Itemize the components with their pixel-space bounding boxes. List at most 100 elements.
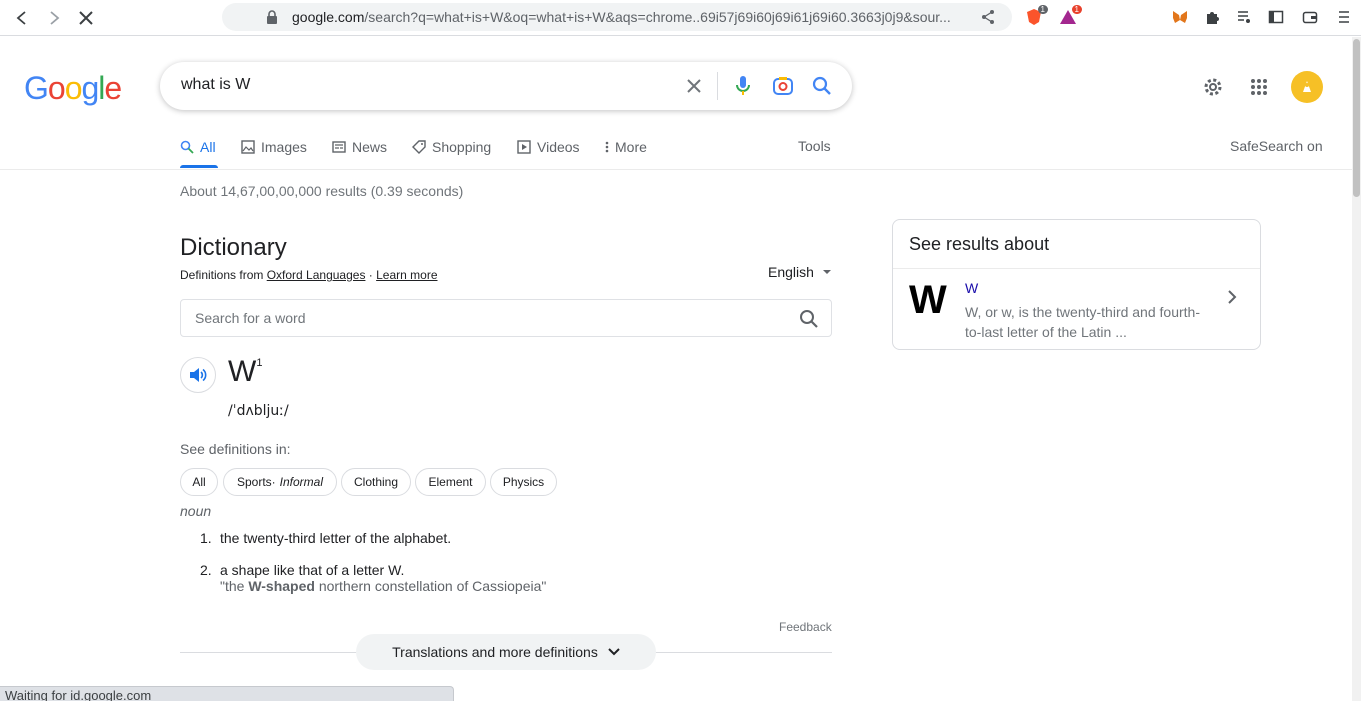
- part-of-speech: noun: [180, 503, 212, 519]
- chip-label: Physics: [502, 475, 545, 489]
- headword-text: W: [228, 355, 257, 388]
- extensions-puzzle-icon[interactable]: [1202, 7, 1222, 27]
- search-box[interactable]: what is W: [160, 62, 852, 110]
- tab-news[interactable]: News: [332, 136, 387, 158]
- tabs-divider: [0, 169, 1352, 170]
- tab-label: Shopping: [432, 139, 492, 155]
- search-icon[interactable]: [799, 309, 819, 329]
- tab-shopping[interactable]: Shopping: [412, 136, 491, 158]
- tools-button[interactable]: Tools: [798, 138, 831, 154]
- chip-sports[interactable]: Sports · Informal: [223, 468, 337, 496]
- definition-item: 2. a shape like that of a letter W.: [200, 562, 404, 578]
- lens-icon[interactable]: [771, 74, 795, 98]
- definition-text: the twenty-third letter of the alphabet.: [220, 530, 452, 546]
- more-button-label: Translations and more definitions: [392, 644, 598, 660]
- tab-label: All: [200, 139, 216, 155]
- tab-images[interactable]: Images: [241, 136, 307, 158]
- media-controls-icon[interactable]: [1234, 7, 1254, 27]
- entity-link[interactable]: W: [965, 280, 978, 296]
- phonetic-spelling: /ˈdʌbljuː/: [228, 403, 289, 419]
- logo-letter: e: [104, 70, 122, 106]
- chip-all[interactable]: All: [180, 468, 218, 496]
- dropdown-arrow-icon: [822, 270, 831, 274]
- brave-rewards-icon[interactable]: 1: [1058, 5, 1082, 27]
- active-tab-indicator: [180, 165, 218, 168]
- brave-shield-icon[interactable]: 1: [1024, 5, 1048, 27]
- logo-letter: o: [47, 70, 66, 106]
- pronunciation-speaker-button[interactable]: [180, 357, 216, 393]
- extension-badge: 1: [1071, 5, 1082, 14]
- word-search-input[interactable]: Search for a word: [180, 299, 832, 337]
- tab-label: Images: [261, 139, 307, 155]
- oxford-languages-link[interactable]: Oxford Languages: [267, 268, 366, 282]
- word-search-placeholder: Search for a word: [195, 310, 306, 326]
- source-prefix: Definitions from: [180, 268, 267, 282]
- see-definitions-label: See definitions in:: [180, 441, 291, 457]
- settings-gear-icon[interactable]: [1200, 74, 1226, 100]
- share-icon[interactable]: [980, 9, 996, 25]
- homograph-number: 1: [256, 357, 263, 369]
- feedback-link[interactable]: Feedback: [779, 620, 832, 634]
- dictionary-source: Definitions from Oxford Languages · Lear…: [180, 268, 438, 282]
- tab-all[interactable]: All: [180, 136, 216, 158]
- page-scrollbar[interactable]: [1352, 37, 1361, 701]
- tab-label: News: [352, 139, 388, 155]
- definition-text: a shape like that of a letter W.: [220, 562, 405, 578]
- logo-letter: o: [64, 70, 83, 106]
- entity-thumbnail[interactable]: W: [909, 278, 947, 323]
- search-icon: [180, 140, 194, 154]
- example-prefix: "the: [220, 578, 249, 594]
- more-vert-icon: [605, 141, 609, 153]
- chip-label: All: [192, 475, 206, 489]
- search-input[interactable]: what is W: [181, 76, 250, 94]
- tab-more[interactable]: More: [605, 136, 647, 158]
- voice-search-icon[interactable]: [731, 74, 755, 98]
- example-suffix: northern constellation of Cassiopeia": [314, 578, 547, 594]
- clear-icon[interactable]: [682, 74, 706, 98]
- chip-clothing[interactable]: Clothing: [341, 468, 411, 496]
- panel-divider: [893, 268, 1260, 269]
- panel-title: See results about: [909, 234, 1050, 254]
- source-separator: ·: [365, 268, 377, 282]
- forward-icon[interactable]: [42, 6, 66, 30]
- dictionary-title: Dictionary: [180, 234, 287, 261]
- tag-icon: [412, 140, 426, 154]
- apps-grid-icon[interactable]: [1246, 74, 1272, 100]
- google-logo[interactable]: Google: [24, 70, 122, 107]
- news-icon: [332, 141, 346, 153]
- chip-label: Element: [428, 475, 473, 489]
- play-icon: [517, 140, 531, 154]
- chip-element[interactable]: Element: [415, 468, 486, 496]
- menu-icon[interactable]: [1334, 7, 1354, 27]
- back-icon[interactable]: [10, 6, 34, 30]
- chip-physics[interactable]: Physics: [490, 468, 557, 496]
- definition-number: 2.: [200, 562, 212, 578]
- headword: W1: [228, 355, 262, 389]
- tab-label: More: [615, 139, 647, 155]
- chevron-right-icon[interactable]: [1223, 288, 1241, 306]
- address-bar[interactable]: google.com/search?q=what+is+W&oq=what+is…: [222, 3, 1012, 31]
- tab-videos[interactable]: Videos: [517, 136, 580, 158]
- sidebar-icon[interactable]: [1266, 7, 1286, 27]
- translations-more-button[interactable]: Translations and more definitions: [356, 634, 656, 670]
- metamask-icon[interactable]: [1170, 7, 1190, 27]
- stop-loading-icon[interactable]: [74, 6, 98, 30]
- language-dropdown[interactable]: English: [768, 264, 832, 280]
- lock-icon: [267, 10, 277, 24]
- logo-letter: G: [24, 70, 49, 106]
- result-stats: About 14,67,00,00,000 results (0.39 seco…: [180, 183, 464, 199]
- wallet-icon[interactable]: [1300, 7, 1320, 27]
- safesearch-button[interactable]: SafeSearch on: [1230, 138, 1323, 154]
- url-text: google.com/search?q=what+is+W&oq=what+is…: [292, 9, 951, 25]
- speaker-icon: [190, 368, 207, 382]
- status-bar: Waiting for id.google.com: [0, 686, 454, 701]
- scrollbar-thumb[interactable]: [1353, 39, 1360, 197]
- entity-description: W, or w, is the twenty-third and fourth-…: [965, 304, 1200, 340]
- browser-toolbar: google.com/search?q=what+is+W&oq=what+is…: [0, 0, 1361, 36]
- chip-label: Sports: [236, 475, 272, 489]
- search-icon[interactable]: [810, 74, 834, 98]
- learn-more-link[interactable]: Learn more: [376, 268, 437, 282]
- see-results-about-panel: See results about W W W, or w, is the tw…: [892, 219, 1261, 350]
- chip-note: Informal: [279, 475, 324, 489]
- account-avatar[interactable]: [1291, 71, 1323, 103]
